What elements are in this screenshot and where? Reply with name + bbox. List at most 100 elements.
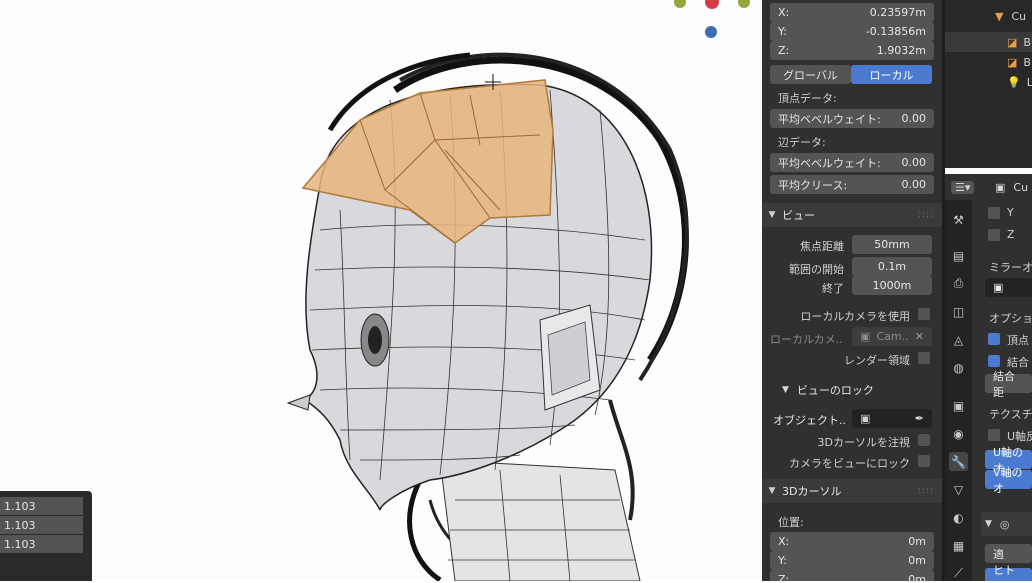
render-region-checkbox[interactable] bbox=[918, 352, 930, 364]
object-icon: ▣ bbox=[993, 281, 1004, 294]
vertex-bevel-weight-field[interactable]: 平均ベベルウェイト: 0.00 bbox=[770, 109, 934, 128]
view-section-header[interactable]: ▼ ビュー :::: bbox=[762, 203, 942, 227]
cursor-z-field[interactable]: Z: 0m bbox=[770, 570, 934, 581]
object-icon: ▣ bbox=[995, 181, 1006, 194]
tool-tab-icon[interactable]: ⚒ bbox=[949, 210, 968, 229]
lock-to-cursor-checkbox[interactable] bbox=[918, 434, 930, 446]
global-toggle-button[interactable]: グローバル bbox=[770, 65, 851, 84]
output-tab-icon[interactable]: ⎙ bbox=[949, 274, 968, 293]
outliner-item-label: Cu bbox=[1011, 9, 1027, 23]
drag-handle-icon[interactable]: :::: bbox=[918, 210, 934, 220]
modifier-header[interactable]: ▼ ◎ bbox=[981, 512, 1032, 536]
axis-y-label: Y bbox=[1007, 206, 1014, 219]
outliner-item[interactable]: ◪ B bbox=[945, 32, 1032, 52]
scale-z-field[interactable]: 1.103 bbox=[0, 535, 83, 553]
v-offset-field[interactable]: V軸のオ bbox=[985, 466, 1032, 495]
particles-tab-icon[interactable]: ▽ bbox=[949, 480, 968, 499]
mirror-object-label: ミラーオ bbox=[989, 261, 1032, 274]
render-region-label: レンダー領域 bbox=[844, 354, 910, 367]
edge-bevel-value: 0.00 bbox=[901, 156, 927, 169]
camera-icon: ▣ bbox=[860, 330, 871, 343]
median-z-field[interactable]: Z: 1.9032m bbox=[770, 41, 934, 60]
edge-bevel-weight-field[interactable]: 平均ベベルウェイト: 0.00 bbox=[770, 153, 934, 172]
view-lock-subheader[interactable]: ▼ ビューのロック bbox=[782, 380, 874, 399]
3d-cursor-section-header[interactable]: ▼ 3Dカーソル :::: bbox=[762, 479, 942, 503]
cursor-z-label: Z: bbox=[778, 573, 790, 581]
merge-distance-field[interactable]: 結合距 bbox=[985, 370, 1032, 399]
outliner-item[interactable]: ◪ B bbox=[945, 52, 1032, 72]
vertex-groups-checkbox[interactable] bbox=[988, 333, 1000, 345]
flip-u-label: U軸反 bbox=[1007, 430, 1032, 443]
local-toggle-button[interactable]: ローカル bbox=[851, 65, 932, 84]
sidebar-panel: X: 0.23597m Y: -0.13856m Z: 1.9032m グローバ… bbox=[762, 0, 942, 581]
adjust-last-operation-panel: 1.103 1.103 1.103 bbox=[0, 491, 92, 581]
cursor-x-field[interactable]: X: 0m bbox=[770, 532, 934, 551]
collapse-arrow-icon: ▼ bbox=[768, 486, 776, 496]
options-label: オプショ bbox=[989, 312, 1032, 325]
flip-u-checkbox[interactable] bbox=[988, 429, 1000, 441]
modifier-action-button[interactable]: ヒトアル bbox=[985, 564, 1032, 581]
clip-start-field[interactable]: 0.1m bbox=[852, 257, 932, 276]
editor-type-selector[interactable]: ☰▾ bbox=[951, 178, 975, 197]
mesh-icon: ▼ bbox=[995, 9, 1004, 23]
edge-bevel-label: 平均ベベルウェイト: bbox=[778, 156, 881, 170]
object-name-header: ▣ Cu bbox=[995, 178, 1028, 197]
render-tab-icon[interactable]: ▤ bbox=[949, 246, 968, 265]
constraints-tab-icon[interactable]: ◉ bbox=[949, 424, 968, 443]
z-value: 1.9032m bbox=[876, 44, 926, 57]
object-tab-icon[interactable]: ▣ bbox=[949, 396, 968, 415]
clip-start-label: 範囲の開始 bbox=[789, 263, 844, 276]
axis-z-checkbox[interactable] bbox=[988, 229, 1000, 241]
collapse-arrow-icon: ▼ bbox=[985, 519, 992, 529]
eyedropper-icon[interactable]: ✒ bbox=[915, 412, 924, 425]
vertex-data-label: 頂点データ: bbox=[778, 92, 837, 105]
view-layer-tab-icon[interactable]: ◫ bbox=[949, 302, 968, 321]
object-icon: ▣ bbox=[860, 412, 871, 425]
lock-object-field[interactable]: ▣ ✒ bbox=[852, 409, 932, 428]
drag-handle-icon[interactable]: :::: bbox=[918, 486, 934, 496]
local-camera-object-field[interactable]: ▣ Cam.. ✕ bbox=[852, 327, 932, 346]
modifier-tab-icon[interactable]: 🔧 bbox=[949, 452, 968, 471]
edge-data-label: 辺データ: bbox=[778, 136, 826, 149]
scene-tab-icon[interactable]: ◬ bbox=[949, 330, 968, 349]
vertex-groups-label: 頂点 bbox=[1007, 334, 1029, 347]
local-camera-field-label: ローカルカメ.. bbox=[770, 333, 843, 346]
head-mesh-render bbox=[286, 0, 750, 581]
cursor-y-field[interactable]: Y: 0m bbox=[770, 551, 934, 570]
y-label: Y: bbox=[778, 25, 787, 38]
mean-crease-field[interactable]: 平均クリース: 0.00 bbox=[770, 175, 934, 194]
outliner-item[interactable]: ▼ Cu bbox=[945, 6, 1032, 26]
mirror-object-field[interactable]: ▣ bbox=[985, 278, 1032, 297]
lock-camera-checkbox[interactable] bbox=[918, 455, 930, 467]
clip-end-label: 終了 bbox=[822, 282, 844, 295]
focal-length-label: 焦点距離 bbox=[800, 240, 844, 253]
focal-length-field[interactable]: 50mm bbox=[852, 235, 932, 254]
collapse-arrow-icon: ▼ bbox=[768, 210, 776, 220]
lock-object-label: オブジェクト.. bbox=[773, 414, 846, 427]
vertex-bevel-label: 平均ベベルウェイト: bbox=[778, 112, 881, 126]
data-tab-icon[interactable]: ⟋ bbox=[949, 564, 968, 583]
scale-x-field[interactable]: 1.103 bbox=[0, 497, 83, 515]
armature-icon: ◪ bbox=[1007, 55, 1018, 69]
z-label: Z: bbox=[778, 44, 790, 57]
texture-tab-icon[interactable]: ▦ bbox=[949, 536, 968, 555]
camera-value: Cam.. bbox=[876, 330, 909, 343]
outliner-item-label: B bbox=[1023, 35, 1031, 49]
apply-button[interactable]: 適 bbox=[985, 544, 1032, 563]
clear-icon[interactable]: ✕ bbox=[915, 330, 924, 343]
local-camera-checkbox[interactable] bbox=[918, 308, 930, 320]
merge-checkbox[interactable] bbox=[988, 355, 1000, 367]
outliner: ▼ Cu ◪ B ◪ B 💡 L bbox=[945, 0, 1032, 168]
world-tab-icon[interactable]: ◍ bbox=[949, 358, 968, 377]
clip-end-field[interactable]: 1000m bbox=[852, 276, 932, 295]
scale-y-field[interactable]: 1.103 bbox=[0, 516, 83, 534]
modifier-icon: ◎ bbox=[999, 517, 1010, 531]
collapse-arrow-icon: ▼ bbox=[782, 384, 789, 395]
median-x-field[interactable]: X: 0.23597m bbox=[770, 3, 934, 22]
median-y-field[interactable]: Y: -0.13856m bbox=[770, 22, 934, 41]
3d-viewport[interactable]: 1.103 1.103 1.103 bbox=[0, 0, 762, 581]
outliner-item[interactable]: 💡 L bbox=[945, 72, 1032, 92]
axis-y-checkbox[interactable] bbox=[988, 207, 1000, 219]
cursor-x-value: 0m bbox=[908, 535, 926, 548]
physics-tab-icon[interactable]: ◐ bbox=[949, 508, 968, 527]
